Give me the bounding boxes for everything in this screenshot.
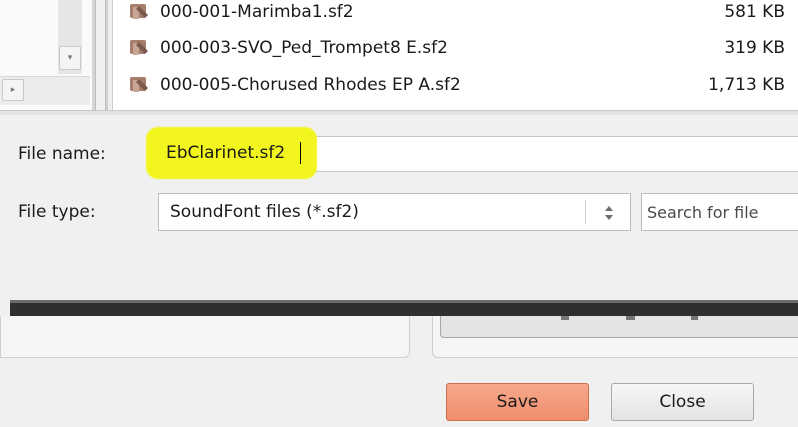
window-edge — [10, 303, 798, 316]
combo-separator — [585, 200, 586, 224]
list-item[interactable]: 000-001-Marimba1.sf2 581 KB — [113, 0, 798, 30]
save-button[interactable]: Save — [446, 383, 589, 421]
file-name-label: File name: — [18, 144, 106, 164]
save-button-label: Save — [496, 392, 539, 412]
chevron-right-icon: ▸ — [10, 84, 16, 95]
file-type-label: File type: — [18, 202, 96, 222]
file-form: File name: EbClarinet.sf2 File type: Sou… — [0, 115, 798, 305]
file-list: 000-001-Marimba1.sf2 581 KB 000-003-SVO_… — [112, 0, 798, 110]
file-size: 581 KB — [724, 2, 785, 22]
file-size: 1,713 KB — [708, 75, 785, 95]
chevron-down-icon: ▾ — [67, 52, 73, 63]
file-type-value: SoundFont files (*.sf2) — [170, 202, 359, 222]
scroll-down-button[interactable]: ▾ — [59, 46, 81, 70]
save-file-dialog: ▾ ▸ 000-001-Marimba1.sf2 581 KB 000-003-… — [0, 0, 798, 427]
background-panel-left — [0, 316, 410, 358]
scroll-right-button[interactable]: ▸ — [2, 79, 24, 101]
file-name: 000-001-Marimba1.sf2 — [160, 2, 354, 22]
panel-splitter[interactable] — [92, 0, 96, 110]
file-name-value[interactable]: EbClarinet.sf2 — [166, 143, 285, 163]
file-name: 000-003-SVO_Ped_Trompet8 E.sf2 — [160, 38, 448, 58]
panel-splitter-edge — [105, 0, 108, 110]
close-button-label: Close — [659, 392, 706, 412]
list-item[interactable]: 000-005-Chorused Rhodes EP A.sf2 1,713 K… — [113, 67, 798, 103]
text-caret — [300, 142, 301, 164]
soundfont-file-icon — [130, 77, 148, 92]
list-item[interactable]: 000-003-SVO_Ped_Trompet8 E.sf2 319 KB — [113, 30, 798, 66]
close-button[interactable]: Close — [611, 383, 754, 421]
file-name: 000-005-Chorused Rhodes EP A.sf2 — [160, 75, 461, 95]
updown-arrows-icon[interactable] — [602, 203, 616, 223]
file-type-select[interactable]: SoundFont files (*.sf2) — [158, 193, 631, 231]
file-size: 319 KB — [724, 38, 785, 58]
background-button[interactable] — [440, 316, 798, 338]
file-browser: ▾ ▸ 000-001-Marimba1.sf2 581 KB 000-003-… — [0, 0, 798, 115]
search-input[interactable] — [641, 193, 798, 231]
soundfont-file-icon — [130, 4, 148, 19]
soundfont-file-icon — [130, 40, 148, 55]
